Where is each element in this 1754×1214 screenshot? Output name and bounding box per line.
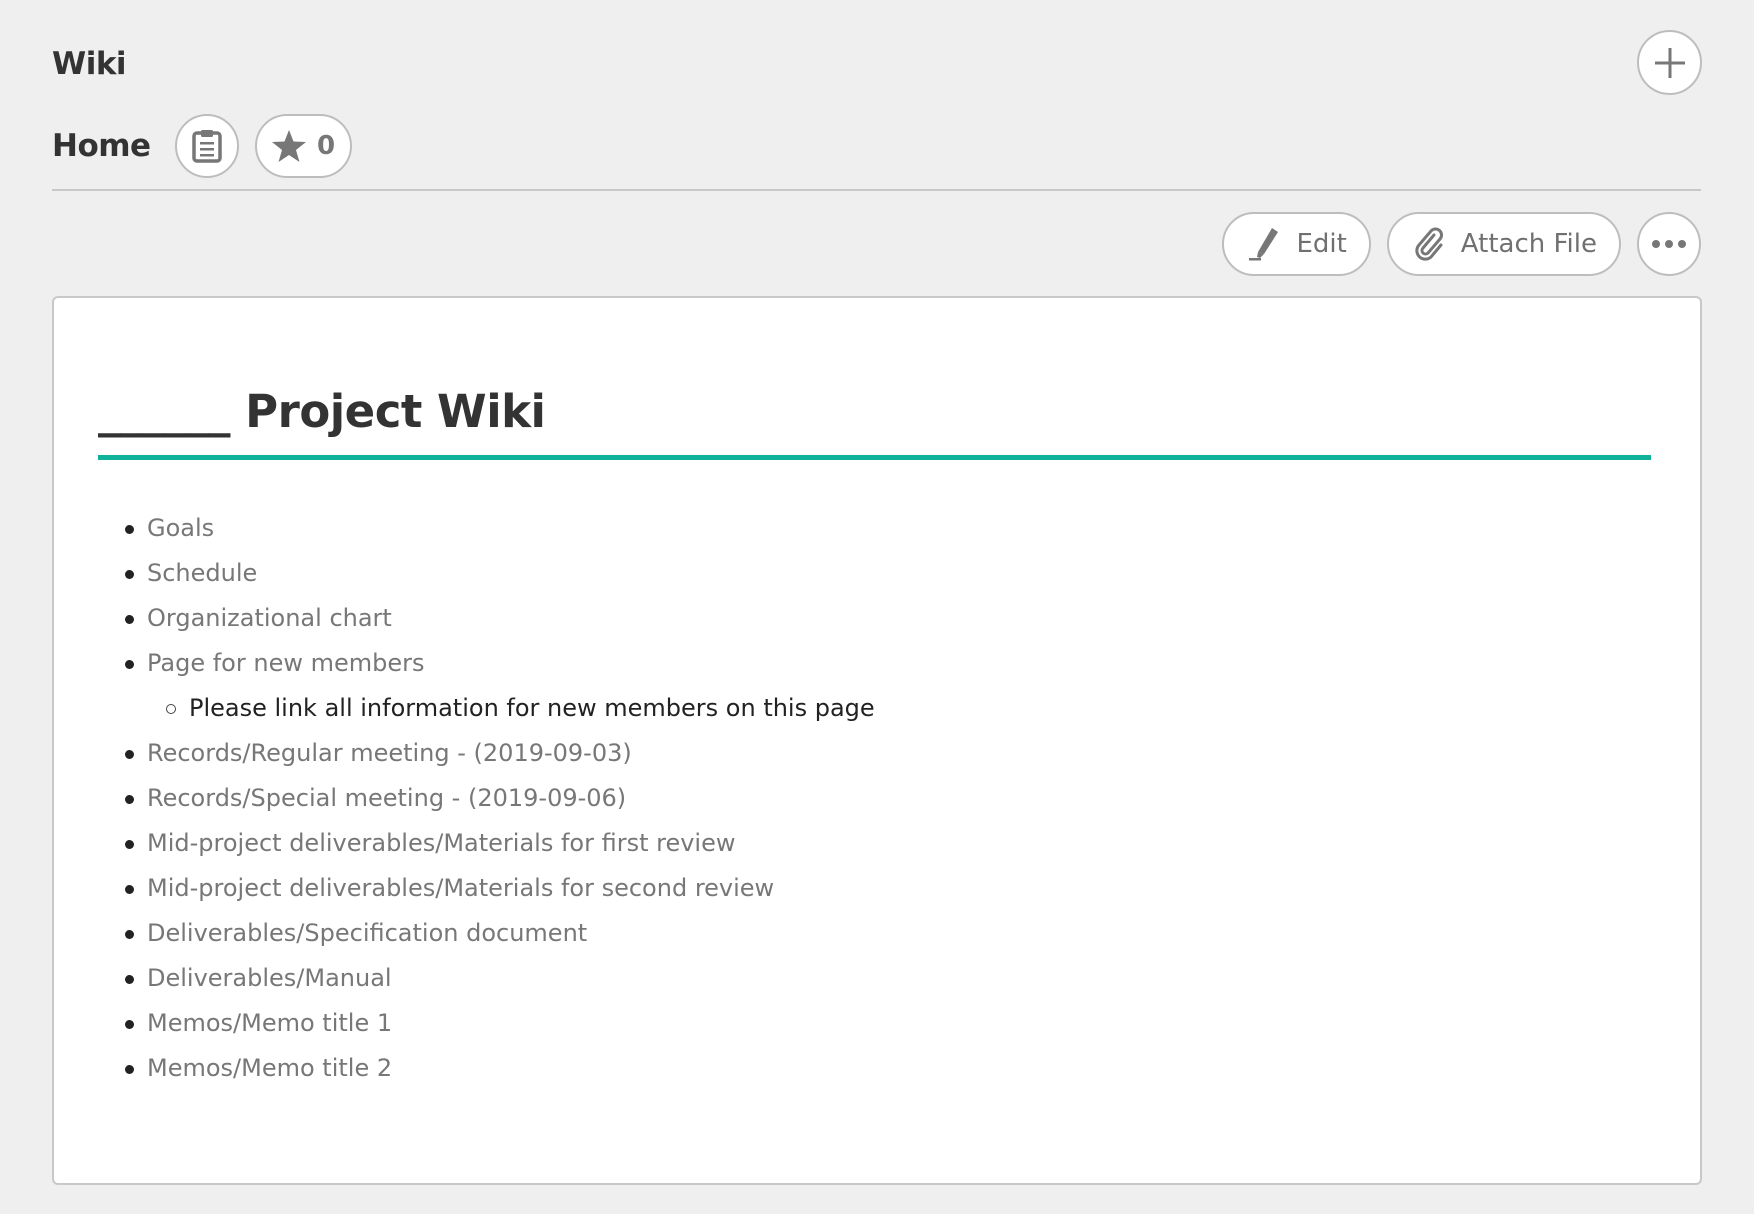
wiki-page-link[interactable]: Memos/Memo title 1 (147, 1009, 392, 1037)
list-item: Organizational chart (98, 596, 875, 641)
bullet-icon (125, 1020, 134, 1029)
favorite-count: 0 (317, 131, 335, 161)
bullet-icon (125, 975, 134, 984)
wiki-page-link[interactable]: Schedule (147, 559, 257, 587)
list-item: Mid-project deliverables/Materials for s… (98, 866, 875, 911)
wiki-page-link[interactable]: Goals (147, 514, 214, 542)
add-page-button[interactable] (1637, 30, 1702, 95)
wiki-page-link[interactable]: Memos/Memo title 2 (147, 1054, 392, 1082)
wiki-page-link[interactable]: Records/Regular meeting - (2019-09-03) (147, 739, 632, 767)
list-item: Memos/Memo title 1 (98, 1001, 875, 1046)
bullet-icon (125, 795, 134, 804)
sub-list-item: Please link all information for new memb… (98, 686, 875, 731)
edit-label: Edit (1296, 229, 1346, 259)
bullet-icon (125, 570, 134, 579)
wiki-page-link[interactable]: Deliverables/Specification document (147, 919, 587, 947)
wiki-content-card: ______ Project Wiki Goals Schedule Organiz… (52, 296, 1702, 1185)
wiki-page-link[interactable]: Deliverables/Manual (147, 964, 392, 992)
favorite-button[interactable]: 0 (255, 114, 352, 178)
list-item: Memos/Memo title 2 (98, 1046, 875, 1091)
bullet-icon (125, 1065, 134, 1074)
pencil-icon (1248, 226, 1282, 262)
list-item: Schedule (98, 551, 875, 596)
page-title: Home (52, 128, 151, 164)
page-list-button[interactable] (175, 114, 239, 178)
list-item: Mid-project deliverables/Materials for f… (98, 821, 875, 866)
attach-file-label: Attach File (1461, 229, 1597, 259)
plus-icon (1653, 46, 1687, 80)
bullet-icon (125, 615, 134, 624)
attach-file-button[interactable]: Attach File (1387, 212, 1621, 276)
edit-button[interactable]: Edit (1222, 212, 1370, 276)
list-item: Deliverables/Manual (98, 956, 875, 1001)
title-underline (98, 455, 1651, 460)
list-item: Deliverables/Specification document (98, 911, 875, 956)
bullet-icon (125, 660, 134, 669)
list-item: Records/Regular meeting - (2019-09-03) (98, 731, 875, 776)
clipboard-icon (191, 129, 223, 163)
wiki-page-link[interactable]: Organizational chart (147, 604, 392, 632)
bullet-icon (125, 840, 134, 849)
hollow-bullet-icon (166, 704, 176, 714)
wiki-page-link[interactable]: Mid-project deliverables/Materials for f… (147, 829, 736, 857)
document-title: ______ Project Wiki (98, 380, 545, 444)
wiki-page-link[interactable]: Mid-project deliverables/Materials for s… (147, 874, 774, 902)
bullet-icon (125, 525, 134, 534)
list-item: Records/Special meeting - (2019-09-06) (98, 776, 875, 821)
paperclip-icon (1413, 226, 1447, 262)
list-item-text: Please link all information for new memb… (189, 694, 875, 722)
app-title: Wiki (52, 42, 126, 86)
bullet-icon (125, 930, 134, 939)
page-link-list: Goals Schedule Organizational chart Page fo… (98, 506, 875, 1091)
list-item: Goals (98, 506, 875, 551)
wiki-page-link[interactable]: Records/Special meeting - (2019-09-06) (147, 784, 626, 812)
more-options-button[interactable] (1637, 212, 1701, 276)
header-divider (52, 189, 1701, 191)
bullet-icon (125, 750, 134, 759)
wiki-page-link[interactable]: Page for new members (147, 649, 425, 677)
page-header: Home 0 (52, 114, 352, 178)
list-item: Page for new members (98, 641, 875, 686)
star-icon (271, 129, 307, 163)
ellipsis-icon (1651, 239, 1687, 249)
bullet-icon (125, 885, 134, 894)
page-toolbar: Edit Attach File (1222, 213, 1701, 275)
